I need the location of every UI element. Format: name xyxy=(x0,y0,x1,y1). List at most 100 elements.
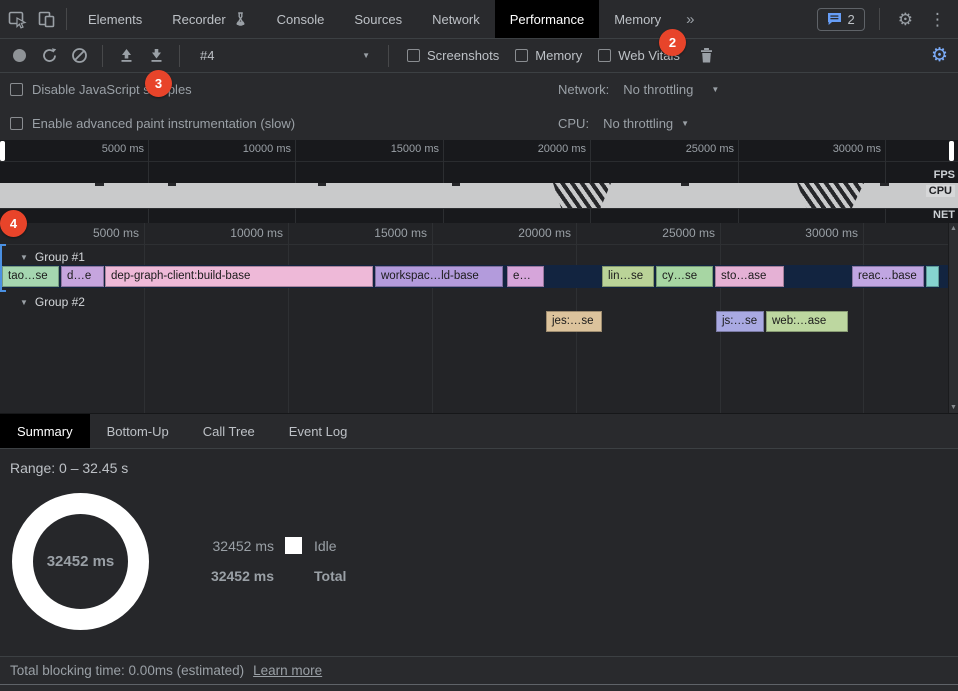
checkbox-icon xyxy=(407,49,420,62)
flask-icon xyxy=(232,12,247,26)
overview-left-handle[interactable] xyxy=(0,141,5,161)
total-blocking-time-text: Total blocking time: 0.00ms (estimated) xyxy=(10,663,244,678)
flame-bar[interactable]: e… xyxy=(507,266,544,287)
reload-icon xyxy=(41,47,58,64)
load-profile-button[interactable] xyxy=(113,43,139,69)
cpu-activity-notch xyxy=(168,183,176,186)
track-group-header[interactable]: ▼Group #2 xyxy=(0,291,948,313)
bottom-strip xyxy=(0,684,958,691)
garbage-collect-button[interactable] xyxy=(694,43,720,69)
overview-tick-label: 25000 ms xyxy=(658,143,734,155)
legend-row: 32452 msIdle xyxy=(208,537,374,554)
legend-swatch xyxy=(285,537,302,554)
net-lane-label: NET xyxy=(933,209,955,221)
settings-gear-icon[interactable]: ⚙ xyxy=(894,9,917,30)
flame-bar[interactable]: workspac…ld-base xyxy=(375,266,503,287)
flame-bar[interactable]: sto…ase xyxy=(715,266,784,287)
inspect-tools xyxy=(0,0,60,38)
flame-bar[interactable]: jes:…se xyxy=(546,311,602,332)
flame-scrollbar[interactable]: ▲ ▼ xyxy=(948,223,958,413)
flame-bar[interactable]: js:…se xyxy=(716,311,764,332)
scroll-down-icon[interactable]: ▼ xyxy=(950,404,957,411)
timeline-overview[interactable]: 5000 ms10000 ms15000 ms20000 ms25000 ms3… xyxy=(0,140,958,223)
tab-elements[interactable]: Elements xyxy=(73,0,157,38)
details-tab-summary[interactable]: Summary xyxy=(0,414,90,448)
devtools-tabs: Elements Recorder Console Sources Network Per… xyxy=(73,0,704,38)
overview-gridline xyxy=(738,140,739,223)
tab-recorder[interactable]: Recorder xyxy=(157,0,261,38)
flame-tick-label: 10000 ms xyxy=(193,226,283,240)
options-row-1: Disable JavaScript samples Network: No t… xyxy=(0,73,958,106)
tab-label: Performance xyxy=(510,12,584,27)
tab-console[interactable]: Console xyxy=(262,0,340,38)
capture-settings-gear-icon[interactable]: ⚙ xyxy=(927,44,952,67)
flame-bar[interactable]: web:…ase xyxy=(766,311,848,332)
network-throttling-select[interactable]: Network: No throttling ▼ xyxy=(558,82,719,97)
record-button[interactable] xyxy=(6,43,32,69)
tab-label: Recorder xyxy=(172,12,225,27)
overview-gridline xyxy=(885,140,886,223)
chevron-down-icon: ▼ xyxy=(681,119,689,128)
details-tab-bottom-up[interactable]: Bottom-Up xyxy=(90,414,186,448)
history-select[interactable]: #4 ▼ xyxy=(190,43,378,69)
download-icon xyxy=(148,47,165,64)
reload-and-record-button[interactable] xyxy=(36,43,62,69)
advanced-paint-label: Enable advanced paint instrumentation (s… xyxy=(32,116,295,131)
screenshots-checkbox[interactable]: Screenshots xyxy=(399,48,507,63)
cpu-activity-notch xyxy=(681,183,689,186)
console-messages-badge[interactable]: 2 xyxy=(817,8,865,31)
toolbar-divider xyxy=(66,8,67,30)
flame-bar[interactable]: cy…se xyxy=(656,266,713,287)
group-name: Group #1 xyxy=(35,250,85,264)
cpu-activity-notch xyxy=(452,183,460,186)
overview-gridline xyxy=(443,140,444,223)
tab-label: Memory xyxy=(614,12,661,27)
options-row-2: Enable advanced paint instrumentation (s… xyxy=(0,106,958,140)
group-collapse-icon: ▼ xyxy=(20,298,28,307)
tab-label: Elements xyxy=(88,12,142,27)
flame-bar[interactable]: d…e xyxy=(61,266,104,287)
flame-bar[interactable]: lin…se xyxy=(602,266,654,287)
device-toolbar-icon[interactable] xyxy=(37,10,56,29)
details-tab-call-tree[interactable]: Call Tree xyxy=(186,414,272,448)
flame-bar[interactable] xyxy=(926,266,939,287)
overview-cpu-lane: CPU xyxy=(0,183,958,208)
legend-row: 32452 msTotal xyxy=(208,567,374,584)
flame-bar[interactable]: reac…base xyxy=(852,266,924,287)
save-profile-button[interactable] xyxy=(143,43,169,69)
tab-network[interactable]: Network xyxy=(417,0,495,38)
track-group-header[interactable]: ▼Group #1 xyxy=(0,246,948,268)
status-bar: Total blocking time: 0.00ms (estimated) … xyxy=(0,656,958,684)
summary-legend: 32452 msIdle 32452 msTotal xyxy=(208,537,374,597)
overview-gridline xyxy=(148,140,149,223)
tab-sources[interactable]: Sources xyxy=(339,0,417,38)
overview-tick-label: 15000 ms xyxy=(363,143,439,155)
annotation-badge-2: 2 xyxy=(659,29,686,56)
kebab-menu-icon[interactable]: ⋮ xyxy=(925,9,950,30)
flame-chart[interactable]: 5000 ms10000 ms15000 ms20000 ms25000 ms3… xyxy=(0,223,958,413)
cpu-throttling-select[interactable]: CPU: No throttling ▼ xyxy=(558,116,689,131)
flame-tick-label: 5000 ms xyxy=(49,226,139,240)
flame-bar[interactable]: tao…se xyxy=(2,266,59,287)
learn-more-link[interactable]: Learn more xyxy=(253,663,322,678)
overview-right-handle[interactable] xyxy=(949,141,954,161)
fps-lane-label: FPS xyxy=(934,169,955,181)
overview-gridline xyxy=(295,140,296,223)
tab-performance[interactable]: Performance xyxy=(495,0,599,38)
toolbar-divider xyxy=(388,45,389,67)
flame-bar[interactable]: dep-graph-client:build-base xyxy=(105,266,373,287)
inspect-element-icon[interactable] xyxy=(8,10,27,29)
clear-button[interactable] xyxy=(66,43,92,69)
overview-fps-lane: FPS xyxy=(0,162,958,183)
scroll-up-icon[interactable]: ▲ xyxy=(950,225,957,232)
memory-checkbox[interactable]: Memory xyxy=(507,48,590,63)
toolbar-divider xyxy=(102,45,103,67)
block-icon xyxy=(71,47,88,64)
tab-label: » xyxy=(686,11,694,28)
network-throttle-value: No throttling xyxy=(623,82,693,97)
track-bars-row: tao…sed…edep-graph-client:build-basework… xyxy=(0,265,948,288)
advanced-paint-checkbox[interactable]: Enable advanced paint instrumentation (s… xyxy=(0,116,295,131)
details-tab-event-log[interactable]: Event Log xyxy=(272,414,365,448)
tab-label: Sources xyxy=(354,12,402,27)
checkbox-icon xyxy=(10,117,23,130)
